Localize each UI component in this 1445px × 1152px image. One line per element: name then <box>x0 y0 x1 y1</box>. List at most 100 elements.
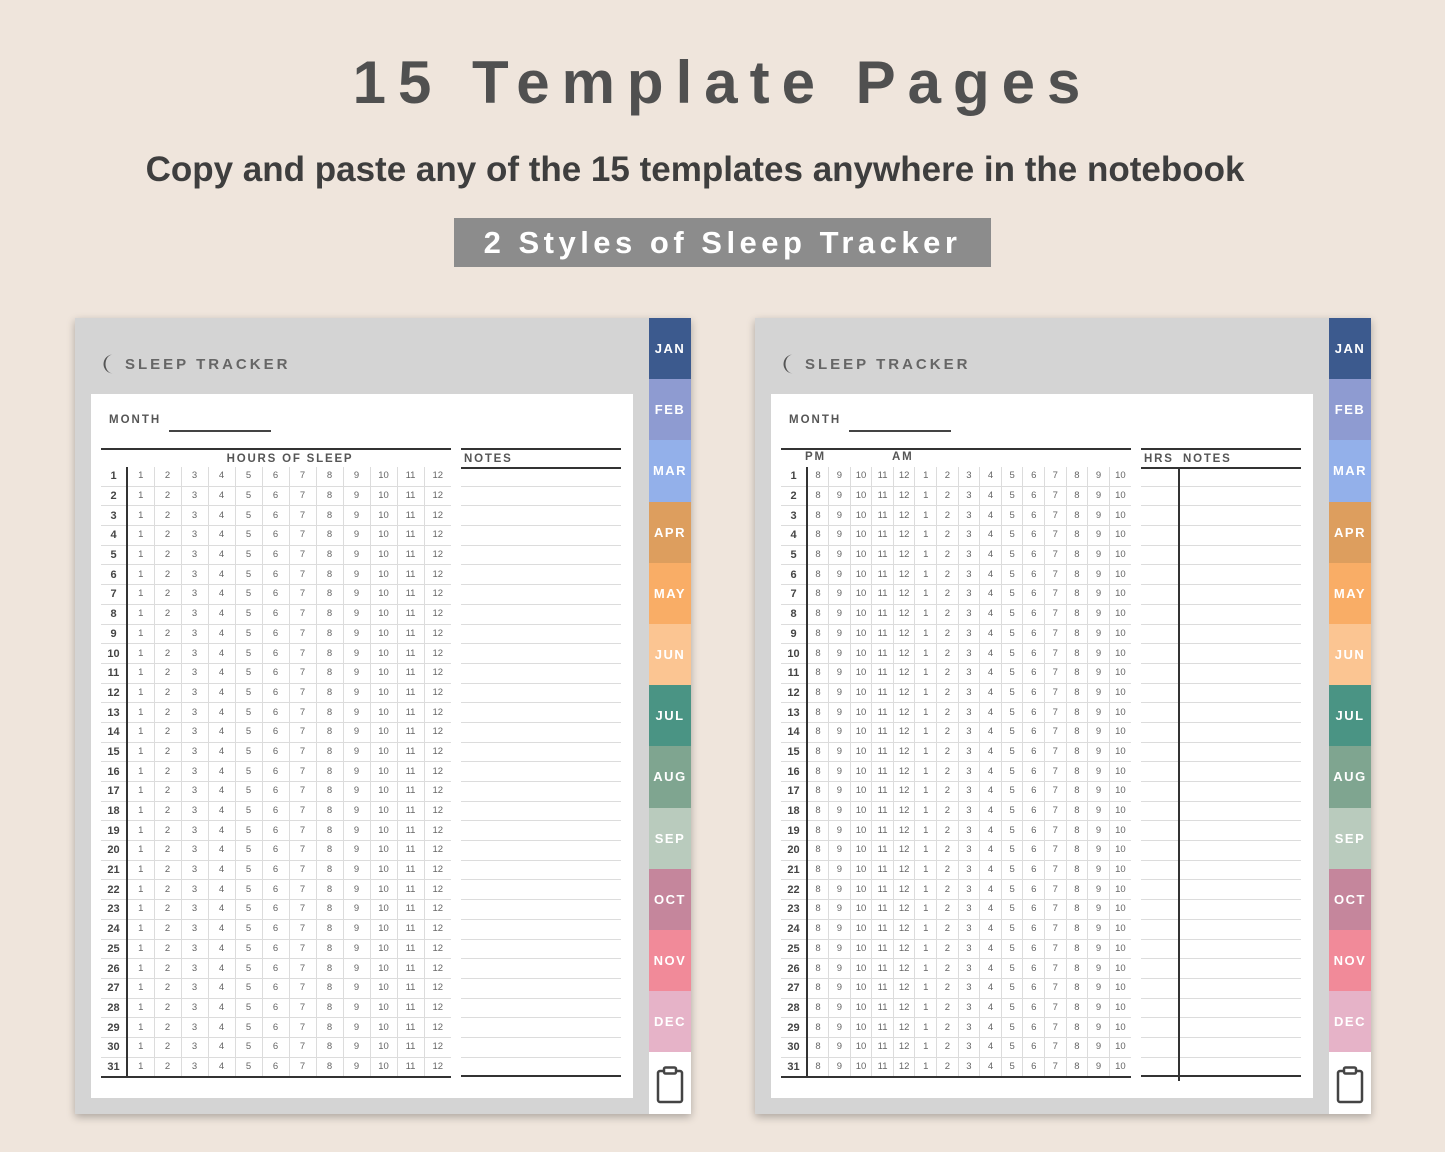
hour-cell[interactable]: 3 <box>180 505 208 527</box>
hour-cell[interactable]: 8 <box>806 505 829 527</box>
hour-cell[interactable]: 9 <box>342 683 370 704</box>
hour-cell[interactable]: 4 <box>207 919 235 940</box>
hour-cell[interactable]: 8 <box>1065 860 1088 881</box>
hour-cell[interactable]: 9 <box>342 505 370 527</box>
hour-cell[interactable]: 10 <box>1108 525 1131 546</box>
hour-cell[interactable]: 10 <box>369 683 397 704</box>
hour-cell[interactable]: 10 <box>1108 939 1131 960</box>
hour-cell[interactable]: 6 <box>261 860 289 881</box>
hour-cell[interactable]: 1 <box>126 1017 154 1038</box>
hour-cell[interactable]: 9 <box>828 702 851 723</box>
hour-cell[interactable]: 7 <box>288 624 316 645</box>
hour-cell[interactable]: 6 <box>1022 643 1045 664</box>
hour-cell[interactable]: 7 <box>288 939 316 960</box>
hour-cell[interactable]: 5 <box>234 919 262 940</box>
hour-cell[interactable]: 1 <box>126 1057 154 1079</box>
tab-sep[interactable]: SEP <box>649 807 691 869</box>
hour-cell[interactable]: 5 <box>234 860 262 881</box>
hour-cell[interactable]: 11 <box>396 899 424 920</box>
hour-cell[interactable]: 10 <box>1108 467 1131 487</box>
hour-cell[interactable]: 9 <box>1087 584 1110 605</box>
hour-cell[interactable]: 10 <box>1108 624 1131 645</box>
hour-cell[interactable]: 1 <box>914 1057 937 1079</box>
hour-cell[interactable]: 8 <box>1065 486 1088 507</box>
hour-cell[interactable]: 11 <box>396 643 424 664</box>
hour-cell[interactable]: 3 <box>957 761 980 782</box>
hour-cell[interactable]: 11 <box>396 702 424 723</box>
hour-cell[interactable]: 2 <box>153 919 181 940</box>
hour-cell[interactable]: 7 <box>1044 467 1067 487</box>
hour-cell[interactable]: 11 <box>871 683 894 704</box>
hour-cell[interactable]: 5 <box>234 1017 262 1038</box>
hour-cell[interactable]: 10 <box>369 939 397 960</box>
hour-cell[interactable]: 7 <box>288 860 316 881</box>
hour-cell[interactable]: 7 <box>288 486 316 507</box>
notes-line[interactable] <box>461 979 621 999</box>
tab-jul[interactable]: JUL <box>649 685 691 747</box>
hour-cell[interactable]: 6 <box>1022 840 1045 861</box>
hour-cell[interactable]: 12 <box>423 781 451 802</box>
hour-cell[interactable]: 5 <box>1000 663 1023 684</box>
hour-cell[interactable]: 3 <box>180 467 208 487</box>
hour-cell[interactable]: 8 <box>806 781 829 802</box>
hour-cell[interactable]: 9 <box>342 1017 370 1038</box>
hour-cell[interactable]: 3 <box>957 604 980 625</box>
notes-line[interactable] <box>461 506 621 527</box>
hour-cell[interactable]: 10 <box>1108 742 1131 763</box>
hour-cell[interactable]: 10 <box>1108 545 1131 566</box>
hour-cell[interactable]: 11 <box>871 840 894 861</box>
month-input-line[interactable] <box>169 430 271 432</box>
hour-cell[interactable]: 8 <box>315 663 343 684</box>
hour-cell[interactable]: 12 <box>892 683 915 704</box>
hour-cell[interactable]: 8 <box>1065 505 1088 527</box>
hour-cell[interactable]: 12 <box>892 624 915 645</box>
hour-cell[interactable]: 4 <box>207 781 235 802</box>
notes-line[interactable] <box>461 959 621 979</box>
hour-cell[interactable]: 3 <box>957 919 980 940</box>
hour-cell[interactable]: 2 <box>153 486 181 507</box>
hour-cell[interactable]: 4 <box>979 525 1002 546</box>
hour-cell[interactable]: 12 <box>892 525 915 546</box>
hour-cell[interactable]: 10 <box>369 860 397 881</box>
hour-cell[interactable]: 4 <box>979 467 1002 487</box>
hour-cell[interactable]: 6 <box>1022 663 1045 684</box>
hour-cell[interactable]: 7 <box>288 1057 316 1079</box>
hour-cell[interactable]: 12 <box>892 939 915 960</box>
hour-cell[interactable]: 5 <box>234 702 262 723</box>
hour-cell[interactable]: 7 <box>1044 624 1067 645</box>
hour-cell[interactable]: 11 <box>396 505 424 527</box>
hour-cell[interactable]: 11 <box>396 467 424 487</box>
notes-line[interactable] <box>461 644 621 664</box>
hour-cell[interactable]: 5 <box>1000 604 1023 625</box>
hour-cell[interactable]: 6 <box>1022 958 1045 979</box>
notes-line[interactable] <box>1141 920 1301 940</box>
hour-cell[interactable]: 10 <box>849 899 872 920</box>
hour-cell[interactable]: 4 <box>207 584 235 605</box>
hour-cell[interactable]: 7 <box>1044 879 1067 901</box>
hour-cell[interactable]: 4 <box>979 505 1002 527</box>
hour-cell[interactable]: 6 <box>261 801 289 822</box>
hour-cell[interactable]: 4 <box>979 1057 1002 1079</box>
hour-cell[interactable]: 6 <box>1022 702 1045 723</box>
hour-cell[interactable]: 4 <box>979 939 1002 960</box>
hour-cell[interactable]: 5 <box>1000 564 1023 586</box>
hour-cell[interactable]: 2 <box>936 525 959 546</box>
hour-cell[interactable]: 7 <box>288 899 316 920</box>
hour-cell[interactable]: 2 <box>153 860 181 881</box>
hour-cell[interactable]: 10 <box>849 958 872 979</box>
hour-cell[interactable]: 5 <box>234 879 262 901</box>
hour-cell[interactable]: 7 <box>288 781 316 802</box>
notes-line[interactable] <box>1141 565 1301 586</box>
hour-cell[interactable]: 10 <box>849 683 872 704</box>
hour-cell[interactable]: 8 <box>315 781 343 802</box>
notes-line[interactable] <box>461 861 621 881</box>
hour-cell[interactable]: 2 <box>153 939 181 960</box>
hour-cell[interactable]: 7 <box>288 525 316 546</box>
hour-cell[interactable]: 10 <box>849 545 872 566</box>
hour-cell[interactable]: 6 <box>261 1037 289 1058</box>
hour-cell[interactable]: 11 <box>871 505 894 527</box>
hour-cell[interactable]: 8 <box>806 860 829 881</box>
notes-line[interactable] <box>461 585 621 605</box>
tab-nov[interactable]: NOV <box>1329 930 1371 992</box>
hour-cell[interactable]: 8 <box>315 505 343 527</box>
